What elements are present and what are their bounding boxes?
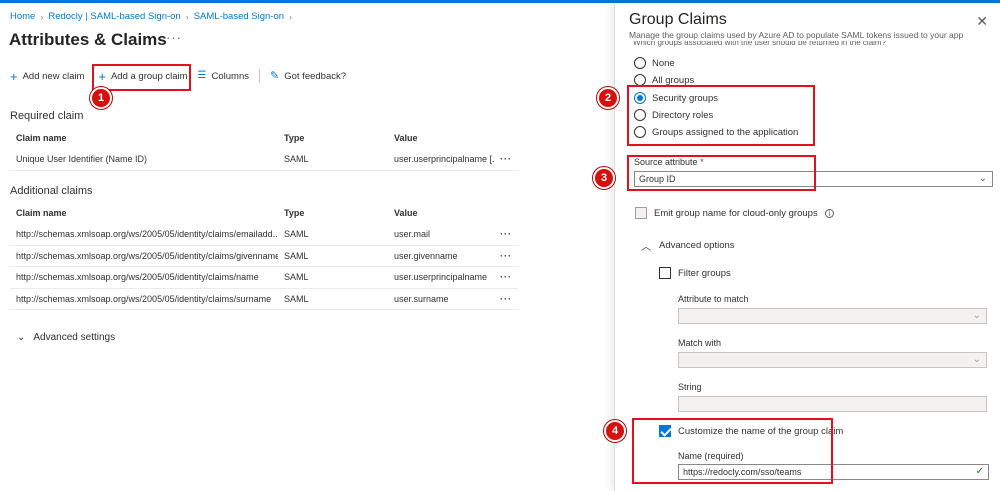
claim-name-cell: Unique User Identifier (Name ID) — [16, 154, 148, 165]
plus-icon: + — [10, 68, 18, 84]
table-row[interactable]: http://schemas.xmlsoap.org/ws/2005/05/id… — [10, 267, 518, 289]
radio-none[interactable]: None — [634, 57, 675, 69]
claim-type-cell: SAML — [284, 272, 309, 283]
row-more-icon[interactable]: ··· — [494, 294, 518, 304]
required-claim-heading: Required claim — [10, 110, 84, 122]
claim-value-cell: user.mail — [394, 229, 431, 240]
annotation-badge-3: 3 — [593, 167, 615, 189]
checkbox — [659, 267, 671, 279]
advanced-settings-label: Advanced settings — [33, 332, 116, 343]
match-with-label: Match with — [678, 338, 722, 348]
row-more-icon[interactable]: ··· — [494, 272, 518, 282]
radio-label: All groups — [652, 74, 695, 86]
radio-label: None — [652, 57, 675, 69]
claim-type-cell: SAML — [284, 250, 309, 261]
breadcrumb: Home › Redocly | SAML-based Sign-on › SA… — [10, 11, 292, 22]
additional-claims-table: Claim name Type Value http://schemas.xml… — [10, 202, 518, 310]
claim-value-cell: user.surname — [394, 293, 449, 304]
annotation-badge-2: 2 — [597, 87, 619, 109]
claim-value-cell: user.userprincipalname [... — [394, 154, 494, 165]
claim-type-cell: SAML — [284, 154, 309, 165]
col-claim-name: Claim name — [16, 208, 67, 218]
claim-type-cell: SAML — [284, 229, 309, 240]
toolbar-divider — [259, 69, 261, 83]
claim-name-cell: http://schemas.xmlsoap.org/ws/2005/05/id… — [16, 272, 259, 283]
highlight-box-3 — [627, 155, 816, 191]
annotation-badge-4: 4 — [604, 420, 626, 442]
annotation-badge-1: 1 — [90, 87, 112, 109]
chevron-down-icon: ⌄ — [972, 354, 981, 365]
row-more-icon[interactable]: ··· — [494, 229, 518, 239]
chevron-down-icon: ⌄ — [972, 310, 981, 321]
radio-button — [634, 57, 646, 69]
checkbox-label: Emit group name for cloud-only groups — [654, 207, 818, 219]
row-more-icon[interactable]: ··· — [494, 251, 518, 261]
add-new-claim-label: Add new claim — [22, 70, 85, 82]
col-type: Type — [284, 133, 305, 143]
table-header: Claim name Type Value — [10, 127, 518, 149]
highlight-box-2 — [627, 85, 815, 146]
chevron-down-icon: ⌄ — [978, 173, 987, 184]
columns-label: Columns — [211, 70, 250, 82]
feedback-button[interactable]: ✎ Got feedback? — [270, 65, 346, 87]
advanced-options-toggle[interactable]: ︿ Advanced options — [641, 238, 735, 253]
breadcrumb-saml[interactable]: SAML-based Sign-on — [194, 11, 284, 22]
close-icon[interactable]: ✕ — [976, 13, 988, 30]
col-value: Value — [394, 133, 418, 143]
highlight-box-4 — [632, 418, 833, 484]
match-with-dropdown[interactable]: ⌄ — [678, 352, 987, 368]
info-icon[interactable]: i — [824, 208, 834, 218]
table-row[interactable]: Unique User Identifier (Name ID) SAML us… — [10, 149, 518, 171]
row-more-icon[interactable]: ··· — [494, 154, 518, 164]
breadcrumb-home[interactable]: Home — [10, 11, 35, 22]
more-options-icon[interactable]: ··· — [166, 30, 182, 45]
chevron-up-icon: ︿ — [641, 242, 651, 253]
table-row[interactable]: http://schemas.xmlsoap.org/ws/2005/05/id… — [10, 289, 518, 310]
table-row[interactable]: http://schemas.xmlsoap.org/ws/2005/05/id… — [10, 246, 518, 267]
filter-groups-checkbox[interactable]: Filter groups — [659, 267, 731, 279]
columns-icon: ☰ — [197, 70, 207, 81]
emit-cloud-only-checkbox[interactable]: Emit group name for cloud-only groups i — [635, 207, 834, 219]
col-value: Value — [394, 208, 418, 218]
claim-type-cell: SAML — [284, 293, 309, 304]
chevron-right-icon: › — [289, 11, 293, 22]
claim-name-cell: http://schemas.xmlsoap.org/ws/2005/05/id… — [16, 229, 278, 240]
panel-subtitle: Manage the group claims used by Azure AD… — [629, 30, 964, 40]
required-claim-table: Claim name Type Value Unique User Identi… — [10, 127, 518, 171]
table-header: Claim name Type Value — [10, 202, 518, 224]
feedback-label: Got feedback? — [284, 70, 347, 82]
chevron-right-icon: › — [40, 11, 44, 22]
additional-claims-heading: Additional claims — [10, 185, 93, 197]
breadcrumb-app[interactable]: Redocly | SAML-based Sign-on — [48, 11, 180, 22]
col-type: Type — [284, 208, 305, 218]
page-title: Attributes & Claims — [9, 30, 167, 49]
checkmark-icon: ✓ — [975, 466, 984, 477]
chevron-right-icon: › — [185, 11, 189, 22]
col-claim-name: Claim name — [16, 133, 67, 143]
highlight-box-1 — [92, 64, 191, 91]
group-question-text: Which groups associated with the user sh… — [633, 41, 887, 47]
checkbox-label: Filter groups — [678, 267, 731, 279]
feedback-icon: ✎ — [270, 69, 280, 82]
claim-value-cell: user.givenname — [394, 250, 458, 261]
claim-value-cell: user.userprincipalname — [394, 272, 488, 283]
panel-title: Group Claims — [629, 11, 727, 28]
checkbox — [635, 207, 647, 219]
columns-button[interactable]: ☰ Columns — [198, 65, 249, 87]
string-label: String — [678, 382, 702, 392]
chevron-down-icon: ⌄ — [17, 332, 26, 343]
attribute-to-match-dropdown[interactable]: ⌄ — [678, 308, 987, 324]
claim-name-cell: http://schemas.xmlsoap.org/ws/2005/05/id… — [16, 250, 278, 261]
advanced-options-label: Advanced options — [659, 240, 735, 251]
attribute-to-match-label: Attribute to match — [678, 294, 749, 304]
advanced-settings-toggle[interactable]: ⌄ Advanced settings — [17, 332, 115, 343]
claim-name-cell: http://schemas.xmlsoap.org/ws/2005/05/id… — [16, 293, 272, 304]
table-row[interactable]: http://schemas.xmlsoap.org/ws/2005/05/id… — [10, 224, 518, 246]
add-new-claim-button[interactable]: + Add new claim — [10, 65, 84, 87]
string-input[interactable] — [678, 396, 987, 412]
